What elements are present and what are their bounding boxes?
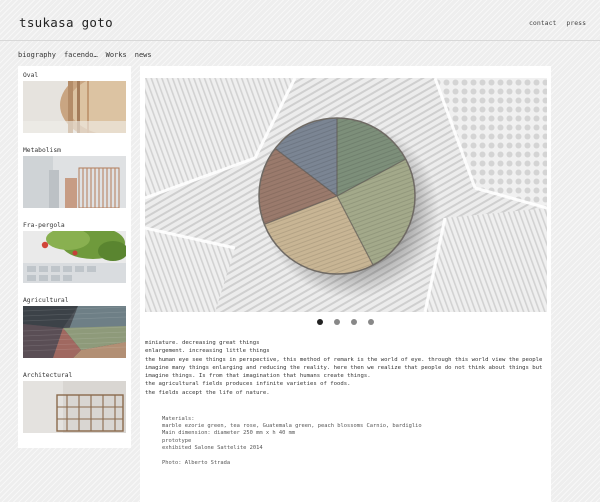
work-detail-panel: miniature. decreasing great things enlar… xyxy=(140,66,551,502)
work-thumbnail-oval[interactable] xyxy=(23,81,126,133)
slideshow-dot[interactable] xyxy=(317,319,323,325)
description-line: the agricultural fields produces infinit… xyxy=(145,381,351,388)
works-sidebar: Oval Metabolism Fra-pergola Agricultural… xyxy=(18,66,131,448)
description-line: the human eye see things in perspective,… xyxy=(145,356,543,363)
description-line: miniature. decreasing great things xyxy=(145,340,260,346)
photo-credit: Photo: Alberto Strada xyxy=(162,460,231,467)
details-line: Materials: xyxy=(162,416,195,422)
contact-link[interactable]: contact xyxy=(529,19,556,27)
details-line: exhibited Salone Sattelite 2014 xyxy=(162,444,263,451)
work-thumbnail-metabolism[interactable] xyxy=(23,156,126,208)
site-title[interactable]: tsukasa goto xyxy=(19,15,113,30)
work-item-agricultural[interactable]: Agricultural xyxy=(23,296,126,358)
slideshow-dot[interactable] xyxy=(368,319,374,325)
work-item-oval[interactable]: Oval xyxy=(23,71,126,133)
description-line: enlargement. increasing little things xyxy=(145,348,270,355)
slideshow-dot[interactable] xyxy=(334,319,340,325)
details-line: Main dimension: diameter 250 mm x h 40 m… xyxy=(162,430,296,437)
work-item-fra-pergola[interactable]: Fra-pergola xyxy=(23,221,126,283)
work-thumbnail-architectural[interactable] xyxy=(23,381,126,433)
work-details: Materials: marble ezorie green, tea rose… xyxy=(162,416,542,467)
details-line: marble ezorie green, tea rose, Guatemala… xyxy=(162,423,422,430)
work-label: Oval xyxy=(23,72,39,79)
press-link[interactable]: press xyxy=(566,19,586,27)
work-thumbnail-agricultural[interactable] xyxy=(23,306,126,358)
nav-news[interactable]: news xyxy=(135,51,152,59)
slideshow-pagination xyxy=(140,319,551,325)
main-nav: biography facendo… Works news xyxy=(18,51,152,59)
work-item-metabolism[interactable]: Metabolism xyxy=(23,146,126,208)
description-line: imagine things. Is from that imagination… xyxy=(145,373,371,380)
description-line: the fields accept the life of nature. xyxy=(145,389,270,396)
details-line: prototype xyxy=(162,437,192,444)
work-item-architectural[interactable]: Architectural xyxy=(23,371,126,433)
work-thumbnail-fra-pergola[interactable] xyxy=(23,231,126,283)
work-label: Agricultural xyxy=(23,297,69,304)
nav-works[interactable]: Works xyxy=(106,51,127,59)
top-links: contact press xyxy=(529,19,586,27)
work-label: Metabolism xyxy=(23,147,61,154)
work-label: Fra-pergola xyxy=(23,222,65,229)
work-description: miniature. decreasing great things enlar… xyxy=(145,339,545,397)
slideshow-image[interactable] xyxy=(145,78,547,312)
description-line: imagine many things enlarging and reduci… xyxy=(145,364,543,371)
header-divider xyxy=(0,40,600,41)
nav-biography[interactable]: biography xyxy=(18,51,56,59)
work-label: Architectural xyxy=(23,372,73,379)
slideshow-dot[interactable] xyxy=(351,319,357,325)
nav-facendo[interactable]: facendo… xyxy=(64,51,98,59)
site-header: tsukasa goto contact press xyxy=(0,0,600,40)
